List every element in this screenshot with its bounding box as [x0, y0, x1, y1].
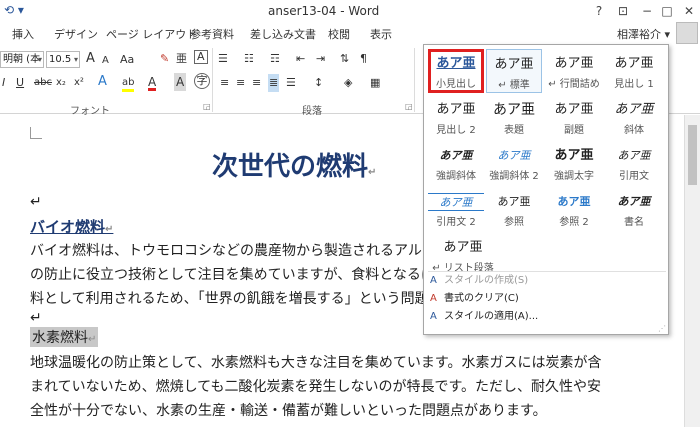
- style-quote[interactable]: あア亜 引用文: [606, 141, 662, 185]
- style-title[interactable]: あア亜 表題: [486, 95, 542, 139]
- strikethrough-icon[interactable]: abc: [34, 74, 52, 92]
- user-name[interactable]: 相澤裕介 ▾: [617, 26, 670, 42]
- divider: [428, 271, 666, 272]
- decrease-indent-icon[interactable]: ⇤: [296, 50, 305, 68]
- style-normal[interactable]: あア亜 ↵ 標準: [486, 49, 542, 93]
- ribbon-display-button[interactable]: ⊡: [612, 2, 634, 20]
- change-case-icon[interactable]: Aa: [120, 51, 134, 69]
- body-line[interactable]: 料として利用されるため、「世界の飢餓を増長する」という問題が指: [30, 288, 457, 308]
- style-quote-2[interactable]: あア亜 引用文 2: [428, 187, 484, 231]
- chevron-down-icon: ▾: [73, 55, 78, 64]
- style-reference-2[interactable]: あア亜 参照 2: [546, 187, 602, 231]
- subscript-icon[interactable]: x₂: [56, 74, 66, 92]
- tab-references[interactable]: 参考資料: [190, 26, 234, 42]
- underline-icon[interactable]: U: [16, 74, 24, 92]
- paragraph-mark: ↵: [30, 194, 42, 210]
- character-shading-icon[interactable]: A: [174, 73, 187, 91]
- chevron-down-icon: ▾: [664, 28, 670, 41]
- style-no-spacing[interactable]: あア亜 ↵ 行間詰め: [546, 49, 602, 93]
- create-style-menu-item[interactable]: A スタイルの作成(S): [430, 273, 666, 289]
- font-name-combo[interactable]: 明朝 (本 ▾: [0, 51, 44, 68]
- minimize-button[interactable]: −: [636, 2, 658, 20]
- character-border-icon[interactable]: A: [194, 50, 208, 64]
- style-book-title[interactable]: あア亜 書名: [606, 187, 662, 231]
- style-emphasis-italic-2[interactable]: あア亜 強調斜体 2: [486, 141, 542, 185]
- shading-icon[interactable]: ◈: [344, 74, 352, 92]
- apply-styles-menu-item[interactable]: A スタイルの適用(A)...: [430, 309, 666, 325]
- tab-page-layout[interactable]: ページ レイアウト: [106, 26, 197, 42]
- margin-marker: [30, 127, 42, 139]
- align-left-icon[interactable]: ≡: [220, 74, 229, 92]
- chevron-down-icon: ▾: [37, 55, 42, 64]
- divider: [414, 48, 415, 112]
- vertical-scrollbar[interactable]: [684, 115, 700, 427]
- paragraph-mark: ↵: [30, 310, 42, 326]
- title-bar: ⟲ ▾ anser13-04 - Word ? ⊡ − □ ✕: [0, 0, 700, 22]
- help-button[interactable]: ?: [588, 2, 610, 20]
- style-subheading[interactable]: あア亜 小見出し: [428, 49, 484, 93]
- font-dialog-launcher-icon[interactable]: ◲: [203, 102, 211, 111]
- tab-mailings[interactable]: 差し込み文書: [250, 26, 316, 42]
- body-line[interactable]: まれていないため、燃焼しても二酸化炭素を発生しないのが特長です。ただし、耐久性や…: [30, 376, 601, 396]
- tab-design[interactable]: デザイン: [54, 26, 98, 42]
- body-line[interactable]: バイオ燃料は、トウモロコシなどの農産物から製造されるアルコール: [30, 240, 464, 260]
- document-title[interactable]: 次世代の燃料↵: [212, 146, 376, 183]
- heading-bio-fuel[interactable]: バイオ燃料↵: [30, 216, 113, 237]
- style-gallery: あア亜 小見出し あア亜 ↵ 標準 あア亜 ↵ 行間詰め あア亜 見出し 1 あ…: [423, 44, 669, 335]
- avatar[interactable]: [676, 22, 698, 44]
- maximize-button[interactable]: □: [656, 2, 678, 20]
- phonetic-guide-icon[interactable]: 亜: [176, 50, 187, 68]
- body-line[interactable]: の防止に役立つ技術として注目を集めていますが、食料となるはず: [30, 264, 449, 284]
- create-style-icon: A: [430, 275, 437, 286]
- borders-icon[interactable]: ▦: [370, 74, 380, 92]
- tab-view[interactable]: 表示: [370, 26, 392, 42]
- divider: [212, 48, 213, 112]
- style-emphasis-italic[interactable]: あア亜 強調斜体: [428, 141, 484, 185]
- clear-formatting-menu-item[interactable]: A 書式のクリア(C): [430, 291, 666, 307]
- quick-access-toolbar[interactable]: ⟲ ▾: [4, 3, 24, 17]
- grow-font-icon[interactable]: A: [86, 50, 95, 68]
- apply-styles-icon: A: [430, 311, 437, 322]
- multilevel-list-icon[interactable]: ☶: [270, 50, 280, 68]
- ribbon-tabs: 挿入 デザイン ページ レイアウト 参考資料 差し込み文書 校閲 表示: [0, 22, 700, 44]
- sort-icon[interactable]: ⇅: [340, 50, 349, 68]
- justify-icon[interactable]: ≣: [268, 74, 280, 92]
- eraser-icon: A: [430, 293, 437, 304]
- text-effects-icon[interactable]: A: [98, 73, 107, 91]
- shrink-font-icon[interactable]: A: [102, 52, 109, 70]
- distribute-icon[interactable]: ☰: [286, 74, 296, 92]
- increase-indent-icon[interactable]: ⇥: [316, 50, 325, 68]
- tab-review[interactable]: 校閲: [328, 26, 350, 42]
- scrollbar-thumb[interactable]: [688, 125, 697, 185]
- style-heading-2[interactable]: あア亜 見出し 2: [428, 95, 484, 139]
- clear-formatting-icon[interactable]: ✎: [160, 50, 169, 68]
- align-center-icon[interactable]: ≡: [236, 74, 245, 92]
- body-line[interactable]: 地球温暖化の防止策として、水素燃料も大きな注目を集めています。水素ガスには炭素が…: [30, 352, 601, 372]
- line-spacing-icon[interactable]: ↕: [314, 74, 323, 92]
- italic-icon[interactable]: I: [2, 74, 5, 92]
- close-button[interactable]: ✕: [678, 2, 700, 20]
- bullets-icon[interactable]: ☰: [218, 50, 228, 68]
- style-strong[interactable]: あア亜 強調太字: [546, 141, 602, 185]
- style-italic[interactable]: あア亜 斜体: [606, 95, 662, 139]
- enclose-characters-icon[interactable]: 字: [194, 73, 210, 89]
- style-reference[interactable]: あア亜 参照: [486, 187, 542, 231]
- font-color-icon[interactable]: A: [148, 73, 157, 91]
- superscript-icon[interactable]: x²: [74, 74, 84, 92]
- highlight-icon[interactable]: ab: [122, 74, 135, 92]
- tab-insert[interactable]: 挿入: [12, 26, 34, 42]
- style-subtitle[interactable]: あア亜 副題: [546, 95, 602, 139]
- paragraph-dialog-launcher-icon[interactable]: ◲: [405, 102, 413, 111]
- font-size-combo[interactable]: 10.5 ▾: [46, 51, 80, 68]
- numbering-icon[interactable]: ☷: [244, 50, 254, 68]
- heading-hydrogen-fuel[interactable]: 水素燃料↵: [30, 327, 99, 347]
- show-marks-icon[interactable]: ¶: [360, 50, 367, 68]
- align-right-icon[interactable]: ≡: [252, 74, 261, 92]
- style-heading-1[interactable]: あア亜 見出し 1: [606, 49, 662, 93]
- body-line[interactable]: 全性が十分でない、水素の生産・輸送・備蓄が難しいといった問題点があります。: [30, 400, 547, 420]
- window-title: anser13-04 - Word: [268, 4, 380, 18]
- resize-grip-icon[interactable]: ⋰: [658, 324, 666, 333]
